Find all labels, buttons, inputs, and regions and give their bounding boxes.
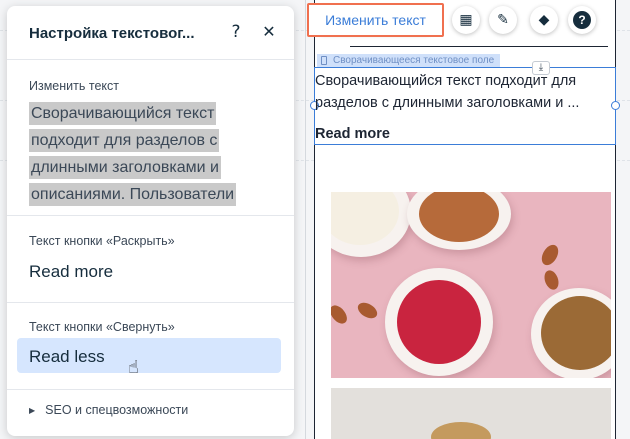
expand-button-input[interactable]: Read more: [29, 262, 113, 282]
expand-button-label: Текст кнопки «Раскрыть»: [29, 234, 175, 248]
close-icon[interactable]: ✕: [258, 21, 280, 43]
layout-button[interactable]: ▦: [452, 6, 480, 34]
edit-text-field[interactable]: Сворачивающийся текст подходит для разде…: [29, 100, 274, 208]
element-name-tag: Сворачивающееся текстовое поле: [317, 54, 501, 67]
expand-triangle-icon: ▶: [29, 406, 36, 415]
animation-icon: ◆: [538, 12, 550, 28]
edit-text-value: Сворачивающийся текст подходит для разде…: [29, 102, 237, 206]
mobile-icon: [321, 56, 327, 65]
question-icon[interactable]: ?: [225, 21, 247, 43]
help-button[interactable]: ?: [568, 6, 596, 34]
collapse-button-value: Read less: [29, 347, 105, 366]
body-text-line: Сворачивающийся текст подходит для: [315, 73, 577, 89]
collapse-button-label: Текст кнопки «Свернуть»: [29, 320, 175, 334]
animation-button[interactable]: ◆: [530, 6, 558, 34]
section-divider: [350, 46, 608, 47]
edit-text-button-label: Изменить текст: [325, 12, 426, 28]
panel-header: Настройка текстовог... ? ✕: [7, 6, 294, 60]
food-photo-second[interactable]: [331, 388, 611, 439]
element-name-label: Сворачивающееся текстовое поле: [333, 55, 495, 66]
help-icon: ?: [573, 11, 591, 29]
design-button[interactable]: ✎: [489, 6, 517, 34]
body-text-line: разделов с длинными заголовками и ...: [315, 95, 580, 111]
panel-title: Настройка текстовог...: [29, 25, 195, 42]
read-more-link[interactable]: Read more: [315, 126, 390, 142]
collapsible-text-body: Сворачивающийся текст подходит для разде…: [315, 70, 613, 114]
seo-accessibility-toggle[interactable]: ▶ SEO и спецвозможности: [29, 403, 188, 417]
edit-text-label: Изменить текст: [29, 79, 119, 93]
brush-icon: ✎: [497, 12, 509, 28]
pointer-hand-icon: ☝: [128, 357, 139, 378]
expand-button-section: Текст кнопки «Раскрыть» Read more: [7, 216, 294, 303]
canvas-guide-line: [305, 0, 306, 439]
settings-panel: Настройка текстовог... ? ✕ Изменить текс…: [7, 6, 294, 436]
seo-label: SEO и спецвозможности: [45, 403, 189, 417]
edit-text-button[interactable]: Изменить текст: [307, 3, 444, 37]
layout-icon: ▦: [459, 12, 473, 28]
food-photo[interactable]: [331, 192, 611, 378]
